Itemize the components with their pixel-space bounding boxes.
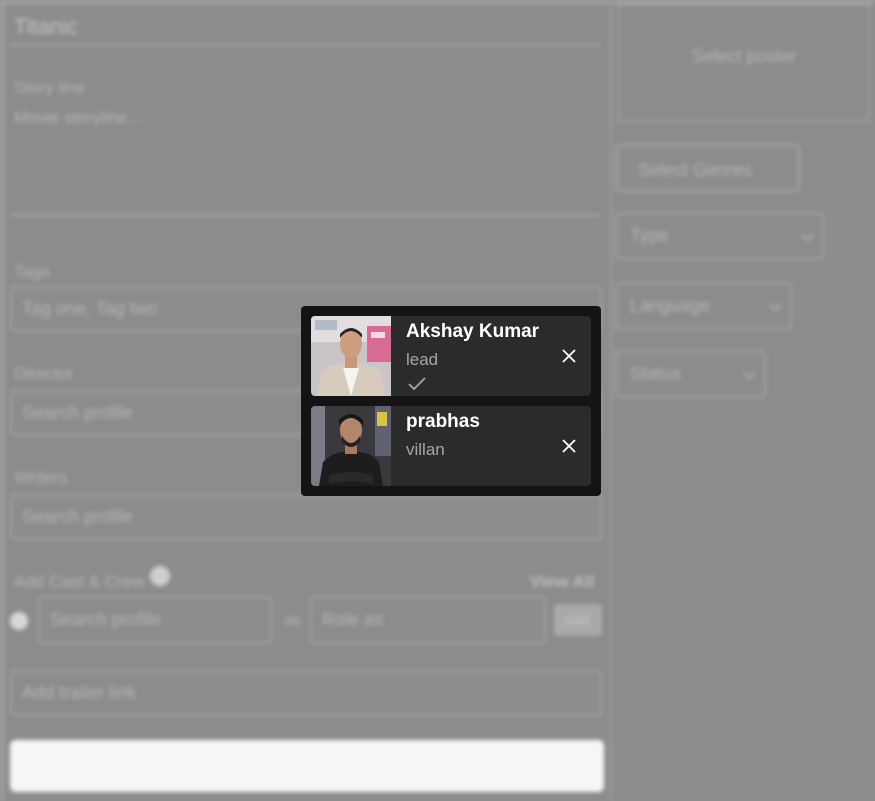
title-input[interactable]: Titanic xyxy=(14,14,78,40)
cast-card[interactable]: prabhas villan xyxy=(311,406,591,486)
director-label: Director xyxy=(14,364,74,383)
status-select-value: Status xyxy=(630,363,682,384)
cast-search-placeholder: Search profile xyxy=(50,609,162,630)
writers-input[interactable]: Search profile xyxy=(10,494,602,540)
info-icon[interactable] xyxy=(150,566,170,586)
title-underline xyxy=(10,44,600,46)
profile-photo xyxy=(311,406,391,486)
writers-label: Writers xyxy=(14,468,68,487)
type-select[interactable]: Type xyxy=(616,212,824,260)
poster-label: Select poster xyxy=(691,46,797,66)
storyline-underline xyxy=(10,214,600,216)
close-icon[interactable] xyxy=(561,438,577,454)
trailer-placeholder: Add trailer link xyxy=(22,682,137,703)
select-genres-label: Select Genres xyxy=(638,160,753,180)
chevron-down-icon xyxy=(801,228,814,242)
column-divider xyxy=(610,0,613,801)
lead-radio[interactable] xyxy=(10,612,28,630)
cast-card[interactable]: Akshay Kumar lead xyxy=(311,316,591,396)
role-placeholder: Role as xyxy=(322,609,384,630)
language-select[interactable]: Language xyxy=(616,282,792,330)
add-cast-button[interactable]: Add xyxy=(554,604,602,636)
left-edge xyxy=(0,0,4,801)
cast-role: lead xyxy=(406,350,439,369)
add-cast-label: Add xyxy=(564,612,589,628)
check-icon xyxy=(408,377,426,391)
tags-label: Tags xyxy=(14,262,50,281)
cast-search-input[interactable]: Search profile xyxy=(38,596,272,644)
tags-placeholder: Tag one, Tag two xyxy=(22,298,158,319)
writers-placeholder: Search profile xyxy=(22,506,134,527)
trailer-input[interactable]: Add trailer link xyxy=(10,670,602,716)
cast-list-modal: Akshay Kumar lead prabhas villan xyxy=(301,306,601,496)
view-all-button[interactable]: View All xyxy=(530,572,594,592)
cast-label: Add Cast & Crew xyxy=(14,572,145,591)
profile-photo xyxy=(311,316,391,396)
status-select[interactable]: Status xyxy=(616,350,766,398)
close-icon[interactable] xyxy=(561,348,577,364)
chevron-down-icon xyxy=(769,298,782,312)
chevron-down-icon xyxy=(743,366,756,380)
director-placeholder: Search profile xyxy=(22,402,134,423)
type-select-value: Type xyxy=(630,225,670,246)
submit-button[interactable] xyxy=(10,740,604,792)
as-label: as xyxy=(284,612,301,629)
language-select-value: Language xyxy=(630,295,711,316)
cast-name: Akshay Kumar xyxy=(406,321,540,342)
cast-name: prabhas xyxy=(406,411,480,432)
storyline-textarea[interactable]: Movie storyline... xyxy=(14,108,142,128)
poster-selector[interactable]: Select poster xyxy=(618,4,870,122)
select-genres-button[interactable]: Select Genres xyxy=(616,144,800,192)
cast-role: villan xyxy=(406,440,445,459)
storyline-label: Story line xyxy=(14,78,85,97)
role-input[interactable]: Role as xyxy=(310,596,546,644)
